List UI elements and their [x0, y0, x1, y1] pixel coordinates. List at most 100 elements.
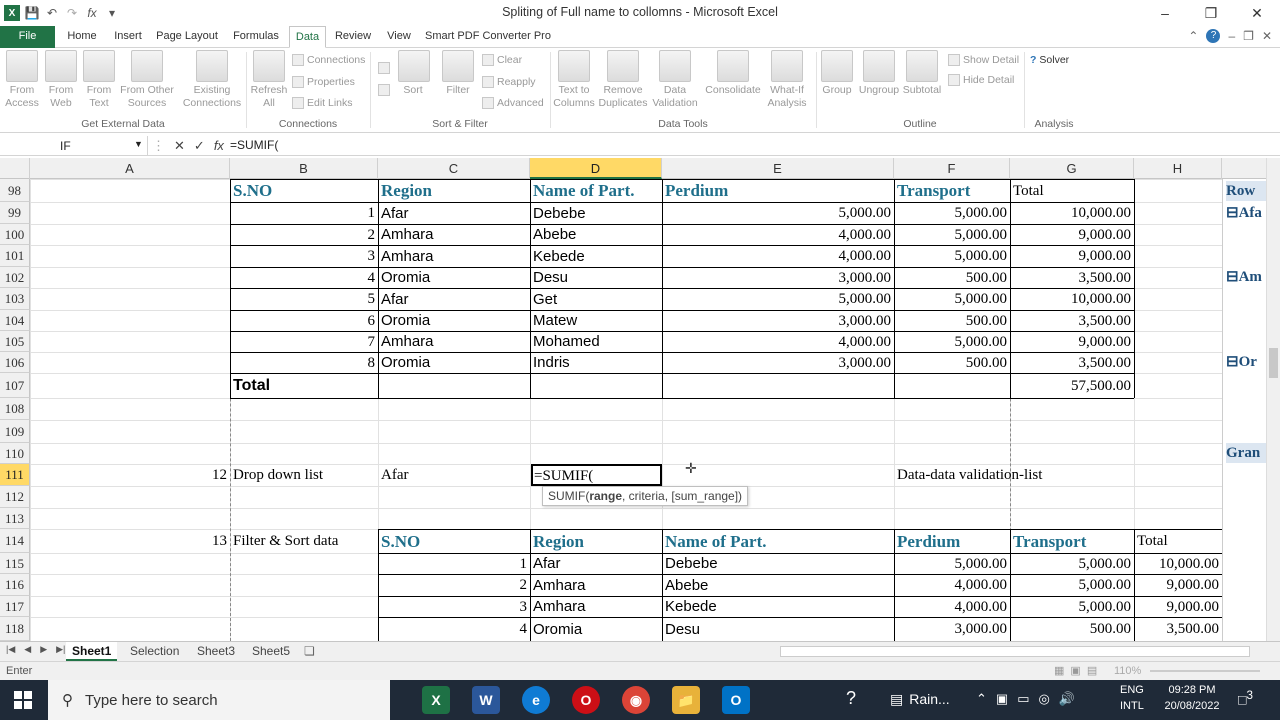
row111-label[interactable]: Drop down list [233, 465, 375, 486]
table1-cell[interactable]: 3,500.00 [1013, 268, 1132, 288]
horizontal-scrollbar[interactable] [780, 646, 1250, 657]
file-explorer-icon[interactable]: 📁 [672, 686, 700, 714]
table2-cell[interactable]: Amhara [533, 597, 659, 617]
table2-cell[interactable]: 4,000.00 [897, 575, 1008, 596]
row-header[interactable]: 113 [0, 508, 30, 529]
table2-cell[interactable]: 4 [381, 618, 528, 641]
sheet-tab-sheet1[interactable]: Sheet1 [66, 642, 118, 661]
vertical-scrollbar[interactable] [1266, 158, 1280, 641]
language-indicator[interactable]: ENG INTL [1120, 684, 1144, 712]
table1-cell[interactable]: 500.00 [897, 353, 1007, 373]
row-header[interactable]: 110 [0, 443, 30, 464]
table1-header[interactable]: Perdium [665, 180, 891, 202]
table2-cell[interactable]: Amhara [533, 575, 659, 596]
table1-cell[interactable]: 8 [233, 353, 376, 373]
table2-cell[interactable]: Abebe [665, 575, 891, 596]
row-header[interactable]: 112 [0, 486, 30, 508]
table2-cell[interactable]: 9,000.00 [1137, 575, 1220, 596]
table1-cell[interactable]: 3,000.00 [665, 268, 892, 288]
table1-cell[interactable]: Amhara [381, 225, 527, 245]
table1-cell[interactable]: 3,500.00 [1013, 311, 1132, 331]
table1-cell[interactable]: Debebe [533, 203, 659, 224]
table1-cell[interactable]: Afar [381, 289, 527, 310]
table2-cell[interactable]: Desu [665, 618, 891, 641]
row111-number[interactable]: 12 [33, 465, 227, 486]
table2-cell[interactable]: Kebede [665, 597, 891, 617]
edge-taskbar-icon[interactable]: e [522, 686, 550, 714]
table1-cell[interactable]: 6 [233, 311, 376, 331]
table1-cell[interactable]: Abebe [533, 225, 659, 245]
table1-cell[interactable]: Indris [533, 353, 659, 373]
insert-sheet-icon[interactable]: ❏ [304, 644, 315, 658]
notification-icon[interactable]: □3 [1238, 689, 1253, 708]
table2-header[interactable]: Region [533, 530, 659, 553]
tray-device-icon[interactable]: ▭ [1017, 691, 1029, 707]
pivot-group-afar[interactable]: ⊟Afa [1226, 203, 1262, 223]
table2-cell[interactable]: 3 [381, 597, 528, 617]
table1-total-value[interactable]: 57,500.00 [1013, 374, 1131, 398]
row114-label[interactable]: Filter & Sort data [233, 530, 375, 553]
pivot-group-amhara[interactable]: ⊟Am [1226, 267, 1262, 287]
chrome-taskbar-icon[interactable]: ◉ [622, 686, 650, 714]
table1-header[interactable]: Total [1013, 180, 1131, 202]
table1-cell[interactable]: 500.00 [897, 311, 1007, 331]
table1-cell[interactable]: 5,000.00 [897, 246, 1008, 267]
table1-cell[interactable]: 5,000.00 [897, 225, 1008, 245]
table1-cell[interactable]: 9,000.00 [1013, 225, 1132, 245]
row-header[interactable]: 103 [0, 288, 30, 310]
table1-header[interactable]: Region [381, 180, 527, 202]
table1-cell[interactable]: 5 [233, 289, 376, 310]
table1-cell[interactable]: Amhara [381, 246, 527, 267]
table1-cell[interactable]: 4,000.00 [665, 246, 892, 267]
table2-cell[interactable]: 2 [381, 575, 528, 596]
table2-header[interactable]: Name of Part. [665, 530, 891, 553]
table2-cell[interactable]: 5,000.00 [1013, 554, 1132, 574]
table1-cell[interactable]: 3,000.00 [665, 311, 892, 331]
row-header[interactable]: 114 [0, 529, 30, 553]
sheet-tab-sheet3[interactable]: Sheet3 [191, 642, 241, 661]
row-header[interactable]: 102 [0, 267, 30, 288]
excel-taskbar-icon[interactable]: X [422, 686, 450, 714]
sheet-tab-sheet5[interactable]: Sheet5 [246, 642, 296, 661]
worksheet-grid[interactable]: 98 99 100 101 102 103 104 105 106 107 108 109 110 111… [0, 0, 1266, 642]
table2-cell[interactable]: 9,000.00 [1137, 597, 1220, 617]
table2-cell[interactable]: Afar [533, 554, 659, 574]
table1-header[interactable]: Name of Part. [533, 180, 659, 202]
table1-cell[interactable]: 5,000.00 [897, 289, 1008, 310]
zoom-level[interactable]: 110% [1114, 665, 1141, 677]
table1-cell[interactable]: 4,000.00 [665, 225, 892, 245]
row-header[interactable]: 109 [0, 420, 30, 443]
row-header[interactable]: 108 [0, 398, 30, 420]
table2-cell[interactable]: 3,000.00 [897, 618, 1008, 641]
table1-cell[interactable]: 3,000.00 [665, 353, 892, 373]
table1-cell[interactable]: 3 [233, 246, 376, 267]
table1-cell[interactable]: 9,000.00 [1013, 246, 1132, 267]
row-header[interactable]: 105 [0, 331, 30, 352]
table1-cell[interactable]: Afar [381, 203, 527, 224]
normal-view-icon[interactable]: ▦ [1054, 664, 1064, 677]
zoom-slider[interactable] [1150, 670, 1260, 672]
network-icon[interactable]: ◎ [1039, 691, 1050, 707]
page-break-view-icon[interactable]: ▤ [1087, 664, 1097, 677]
table1-cell[interactable]: 4 [233, 268, 376, 288]
word-taskbar-icon[interactable]: W [472, 686, 500, 714]
page-layout-view-icon[interactable]: ▣ [1070, 664, 1080, 677]
opera-taskbar-icon[interactable]: O [572, 686, 600, 714]
row-header[interactable]: 118 [0, 617, 30, 641]
weather-widget[interactable]: ▤ Rain... [890, 691, 950, 708]
row-header[interactable]: 100 [0, 224, 30, 245]
table1-cell[interactable]: Oromia [381, 353, 527, 373]
outlook-taskbar-icon[interactable]: O [722, 686, 750, 714]
table1-cell[interactable]: Mohamed [533, 332, 659, 352]
table2-cell[interactable]: 5,000.00 [1013, 597, 1132, 617]
sheet-tab-selection[interactable]: Selection [124, 642, 185, 661]
table2-cell[interactable]: 500.00 [1013, 618, 1131, 641]
table1-cell[interactable]: Get [533, 289, 659, 310]
table2-cell[interactable]: 5,000.00 [897, 554, 1008, 574]
tray-chevron-icon[interactable]: ⌃ [976, 691, 987, 707]
table1-cell[interactable]: 2 [233, 225, 376, 245]
tooltip-arg-range[interactable]: range [589, 489, 622, 503]
row-header[interactable]: 111 [0, 464, 30, 486]
row111-value[interactable]: Afar [381, 465, 527, 486]
table1-cell[interactable]: 5,000.00 [665, 203, 892, 224]
